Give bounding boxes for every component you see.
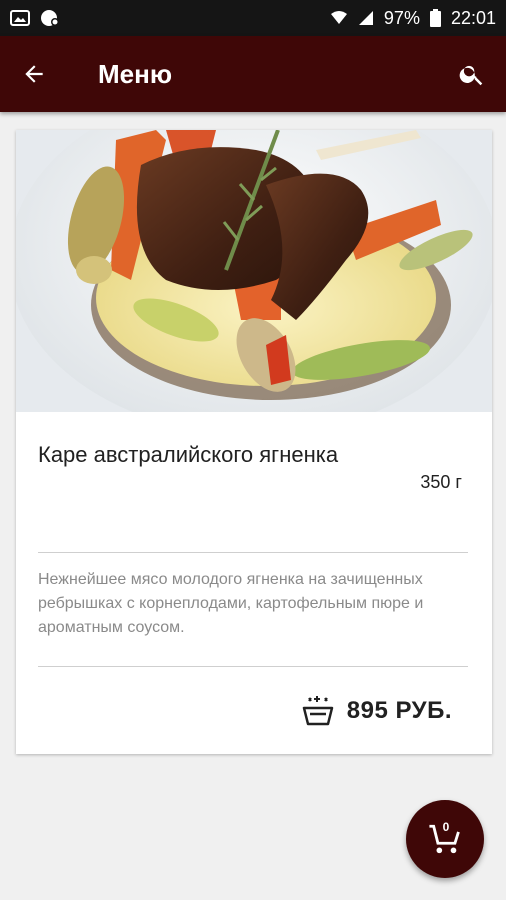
app-bar: Меню: [0, 36, 506, 112]
dish-card[interactable]: Каре австралийского ягненка 350 г Нежней…: [16, 130, 492, 754]
status-bar: 97% 22:01: [0, 0, 506, 36]
wifi-icon: [330, 11, 347, 24]
divider: [38, 552, 468, 553]
dish-price: 895 РУБ.: [346, 697, 452, 724]
app-notification-icon: [41, 10, 59, 26]
dish-weight: 350 г: [420, 472, 462, 492]
search-button[interactable]: [444, 46, 500, 102]
dish-description: Нежнейшее мясо молодого ягненка на зачищ…: [38, 571, 424, 636]
back-arrow-icon: [25, 65, 43, 83]
cart-button[interactable]: 0: [406, 800, 484, 878]
back-button[interactable]: [6, 46, 62, 102]
battery-percent: 97%: [383, 7, 420, 28]
page-title: Меню: [98, 58, 173, 89]
dish-photo: [16, 130, 492, 412]
clock: 22:01: [450, 7, 496, 28]
signal-icon: [358, 11, 373, 25]
battery-icon: [429, 9, 441, 27]
dish-name: Каре австралийского ягненка: [38, 442, 339, 467]
image-notification-icon: [10, 10, 30, 26]
cart-count-badge: 0: [442, 820, 450, 834]
search-icon: [459, 65, 483, 86]
add-to-cart-icon[interactable]: [301, 694, 335, 728]
divider: [38, 666, 468, 667]
price-row: 895 РУБ.: [301, 694, 452, 728]
